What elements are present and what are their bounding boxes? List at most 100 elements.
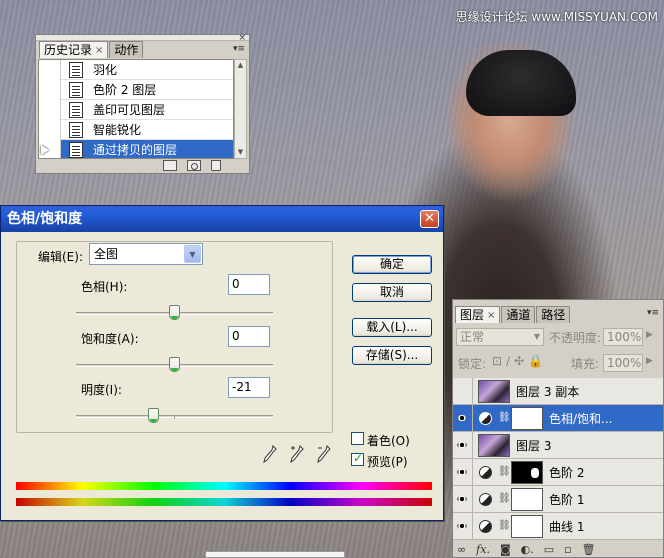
tab-channels-label: 通道 — [506, 307, 531, 322]
eye-icon[interactable] — [453, 404, 473, 432]
eye-icon[interactable] — [453, 512, 473, 540]
layer-mask-thumbnail[interactable] — [511, 487, 543, 511]
ok-button[interactable]: 确定 — [352, 255, 432, 274]
snapshot-source-cell[interactable] — [39, 99, 61, 120]
hue-label: 色相(H): — [81, 280, 128, 294]
layer-row[interactable]: ⛓ 曲线 1 — [453, 512, 663, 540]
history-state-icon — [69, 101, 83, 118]
blend-mode-select[interactable]: 正常 ▼ — [456, 328, 544, 346]
layer-row[interactable]: 图层 3 副本 — [453, 377, 663, 405]
lock-label: 锁定: — [458, 357, 487, 371]
snapshot-source-cell[interactable] — [39, 60, 61, 80]
edit-range-value: 全图 — [94, 247, 119, 261]
layer-mask-thumbnail[interactable] — [511, 406, 543, 430]
layer-options: 正常 ▼ 不透明度: 100% ▶ 锁定: ⊡∕✣🔒 填充: 100% ▶ — [453, 326, 663, 376]
snapshot-source-cell[interactable] — [39, 119, 61, 140]
lightness-slider[interactable] — [76, 408, 273, 423]
layer-name: 色阶 1 — [549, 492, 585, 507]
tab-channels[interactable]: 通道 — [501, 306, 536, 323]
chevron-down-icon[interactable]: ▼ — [184, 245, 201, 263]
eyedropper-add-icon[interactable] — [290, 445, 304, 463]
layers-panel: 图层 × 通道 路径 ▾≡ 正常 ▼ 不透明度: 100% ▶ 锁定: ⊡∕✣🔒… — [452, 299, 664, 558]
new-layer-icon[interactable]: ▫ — [564, 543, 571, 556]
mask-icon[interactable]: ◙ — [500, 543, 511, 556]
tab-paths[interactable]: 路径 — [536, 306, 571, 323]
eyedropper-icon[interactable] — [263, 445, 277, 463]
layer-row[interactable]: 图层 3 — [453, 431, 663, 459]
link-icon: ⛓ — [498, 411, 511, 423]
colorize-checkbox[interactable] — [351, 432, 364, 445]
panel-close-icon[interactable]: × — [238, 33, 246, 43]
saturation-slider-thumb[interactable] — [169, 357, 180, 372]
tab-history[interactable]: 历史记录 × — [39, 41, 109, 58]
tab-close-icon[interactable]: × — [487, 308, 495, 323]
saturation-input[interactable]: 0 — [228, 326, 270, 347]
lightness-input[interactable]: -21 — [228, 377, 270, 398]
fx-icon[interactable]: fx. — [476, 543, 490, 556]
edit-label: 编辑(E): — [38, 250, 83, 264]
eye-icon[interactable] — [453, 485, 473, 513]
layer-mask-thumbnail[interactable] — [511, 514, 543, 538]
tab-paths-label: 路径 — [541, 307, 566, 322]
chevron-down-icon: ▼ — [533, 332, 540, 341]
edit-range-select[interactable]: 全图 ▼ — [89, 243, 203, 265]
lightness-slider-thumb[interactable] — [148, 408, 159, 423]
tab-close-icon[interactable]: × — [95, 43, 103, 58]
trash-icon[interactable]: 🗑 — [582, 543, 596, 556]
snapshot-source-cell[interactable] — [39, 79, 61, 100]
load-button[interactable]: 载入(L)... — [352, 318, 432, 337]
tab-actions[interactable]: 动作 — [109, 41, 144, 58]
save-button[interactable]: 存储(S)... — [352, 346, 432, 365]
link-icon[interactable]: ∞ — [457, 543, 466, 556]
cancel-button[interactable]: 取消 — [352, 283, 432, 302]
panel-menu-icon[interactable]: ▾≡ — [232, 44, 246, 54]
layer-name: 图层 3 — [516, 438, 552, 453]
layer-row[interactable]: ⛓ 色阶 1 — [453, 485, 663, 513]
tab-history-label: 历史记录 — [44, 42, 93, 57]
hue-slider[interactable] — [76, 305, 273, 320]
history-item[interactable]: 盖印可见图层 — [39, 99, 233, 120]
saturation-slider[interactable] — [76, 357, 273, 372]
adjustment-layer-icon — [479, 465, 492, 479]
group-icon[interactable]: ▭ — [544, 543, 554, 556]
visibility-toggle[interactable] — [453, 377, 473, 405]
history-item[interactable]: 色阶 2 图层 — [39, 79, 233, 100]
opacity-input[interactable]: 100% — [603, 328, 643, 346]
scroll-up-icon[interactable]: ▲ — [235, 60, 246, 71]
history-state-icon — [69, 141, 83, 158]
preview-checkbox[interactable] — [351, 451, 364, 466]
close-icon[interactable]: ✕ — [420, 210, 439, 228]
dialog-titlebar[interactable]: 色相/饱和度 ✕ — [1, 206, 443, 232]
eye-icon[interactable] — [453, 431, 473, 459]
link-icon: ⛓ — [498, 465, 511, 477]
blend-mode-value: 正常 — [460, 330, 485, 344]
panel-menu-icon[interactable]: ▾≡ — [646, 308, 660, 318]
hue-slider-thumb[interactable] — [169, 305, 180, 320]
history-tabs: 历史记录 × 动作 — [36, 41, 249, 58]
watermark: 思缘设计论坛 www.MISSYUAN.COM — [455, 10, 658, 24]
layer-mask-thumbnail[interactable] — [511, 460, 543, 484]
adjustment-group-box — [16, 241, 333, 433]
fill-slider-arrow-icon[interactable]: ▶ — [646, 356, 653, 366]
history-item[interactable]: 智能锐化 — [39, 119, 233, 140]
eye-icon[interactable] — [453, 458, 473, 486]
adjustment-layer-icon — [479, 519, 492, 533]
trash-icon[interactable] — [211, 159, 221, 171]
hue-input[interactable]: 0 — [228, 274, 270, 295]
eyedropper-subtract-icon[interactable] — [317, 445, 331, 463]
tab-layers[interactable]: 图层 × — [455, 306, 501, 323]
output-color-bar — [16, 498, 432, 506]
layer-row[interactable]: ⛓ 色阶 2 — [453, 458, 663, 486]
layers-toolbar: ∞ fx. ◙ ◐. ▭ ▫ 🗑 — [453, 541, 663, 557]
adjustment-icon[interactable]: ◐. — [521, 543, 534, 556]
new-document-from-state-icon[interactable] — [163, 159, 177, 171]
lock-icons[interactable]: ⊡∕✣🔒 — [492, 354, 547, 368]
history-item[interactable]: 羽化 — [39, 60, 233, 80]
history-scrollbar[interactable]: ▲ ▼ — [234, 59, 247, 159]
opacity-slider-arrow-icon[interactable]: ▶ — [646, 330, 653, 340]
link-icon: ⛓ — [498, 519, 511, 531]
history-item-label: 通过拷贝的图层 — [93, 143, 178, 157]
new-snapshot-icon[interactable] — [187, 159, 201, 171]
fill-input[interactable]: 100% — [603, 354, 643, 372]
layer-row-selected[interactable]: ⛓ 色相/饱和... — [453, 404, 663, 432]
